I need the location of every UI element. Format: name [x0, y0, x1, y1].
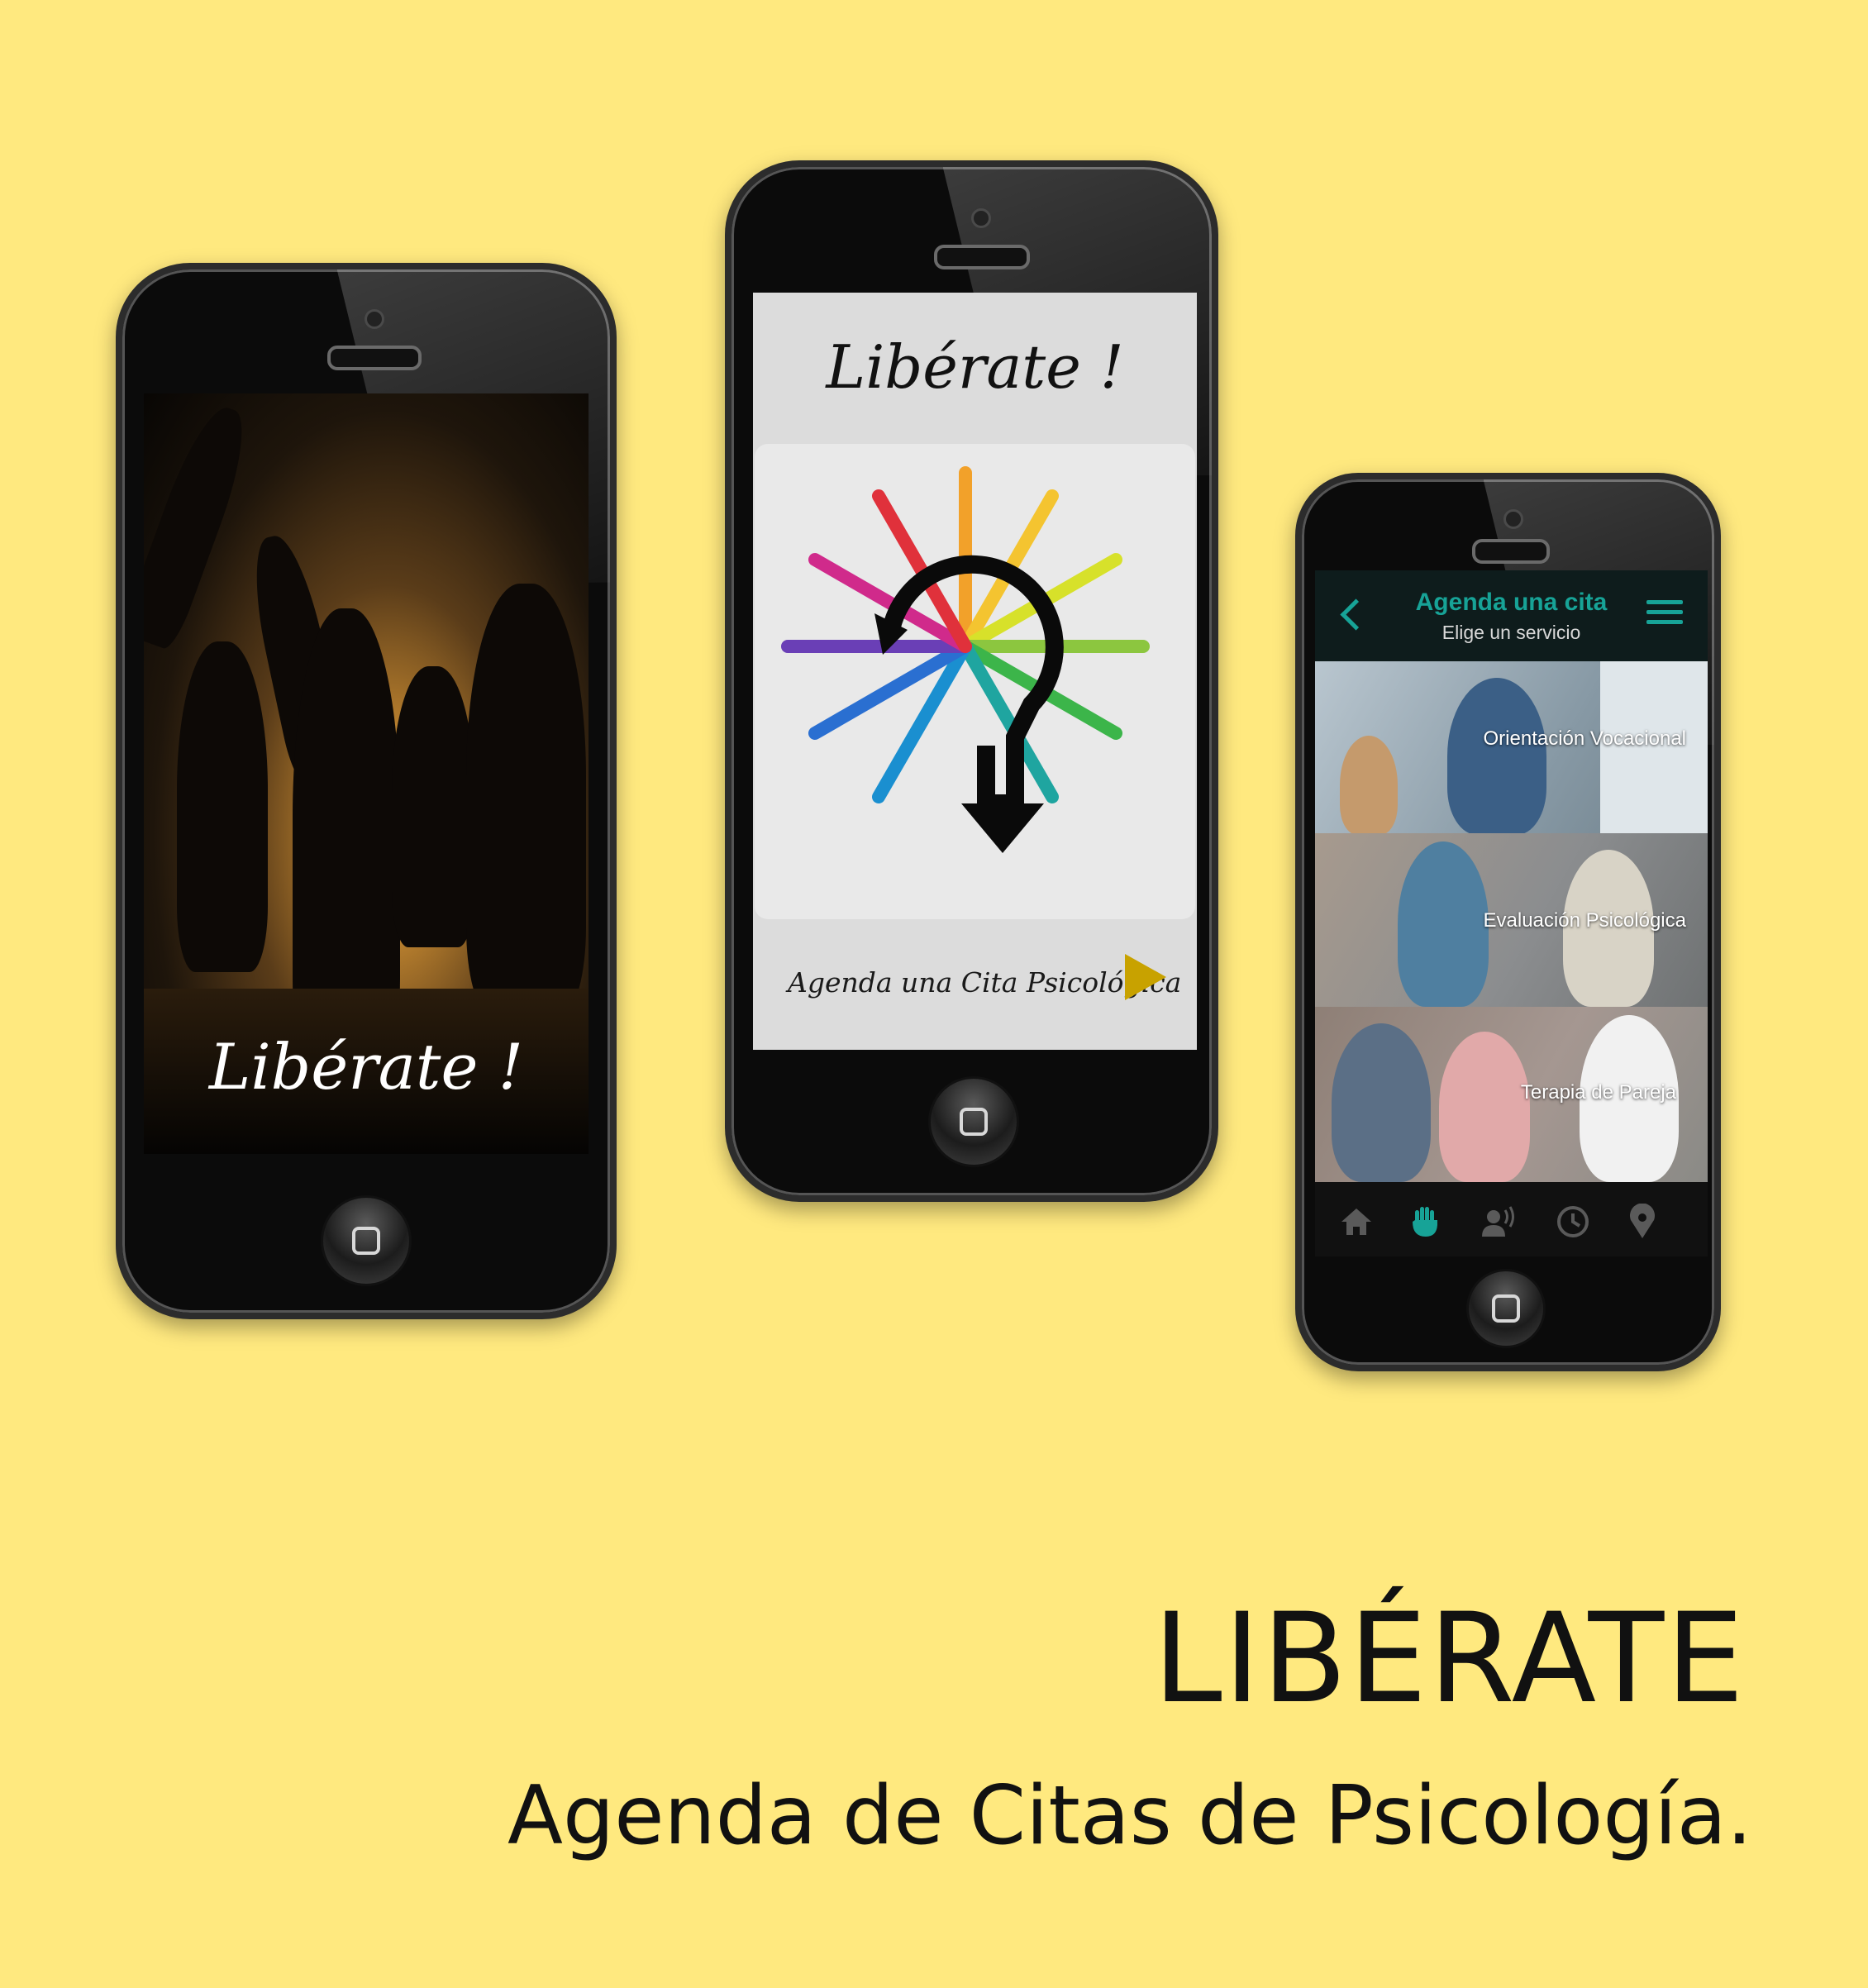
- service-label: Terapia de Pareja: [1520, 1081, 1676, 1104]
- home-screen: Libérate ! Agenda una Cita Psicológica: [753, 293, 1197, 1050]
- jumping-silhouette: [144, 399, 260, 652]
- man-photo: [1332, 1023, 1431, 1182]
- hand-icon[interactable]: [1408, 1204, 1444, 1240]
- front-camera: [1503, 509, 1523, 529]
- jumping-silhouette: [177, 641, 268, 972]
- location-pin-icon[interactable]: [1624, 1204, 1661, 1240]
- book-appointment-link[interactable]: Agenda una Cita Psicológica: [788, 966, 1181, 999]
- brand-subtitle: Agenda de Citas de Psicología.: [507, 1769, 1752, 1863]
- phone-home-mockup: Libérate ! Agenda una Cita Psicológica: [725, 160, 1218, 1202]
- services-screen: Agenda una cita Elige un servicio Orient…: [1315, 570, 1708, 1256]
- app-header: Agenda una cita Elige un servicio: [1315, 570, 1708, 661]
- play-arrow-icon[interactable]: [1125, 954, 1166, 1000]
- header-subtitle: Elige un servicio: [1442, 622, 1581, 643]
- child-photo: [1340, 736, 1398, 833]
- home-square-icon: [352, 1227, 380, 1255]
- service-card-vocational[interactable]: Orientación Vocacional: [1315, 661, 1708, 833]
- earpiece-speaker: [934, 245, 1030, 269]
- bottom-navigation-bar: [1315, 1182, 1708, 1256]
- clock-icon[interactable]: [1555, 1204, 1591, 1240]
- client-photo: [1398, 841, 1489, 1007]
- service-card-couples-therapy[interactable]: Terapia de Pareja: [1315, 1007, 1708, 1182]
- service-label: Orientación Vocacional: [1483, 727, 1686, 750]
- home-button[interactable]: [321, 1195, 412, 1286]
- brand-title: LIBÉRATE: [1152, 1587, 1746, 1731]
- jumping-silhouette: [466, 584, 586, 1013]
- home-button[interactable]: [928, 1076, 1019, 1167]
- earpiece-speaker: [327, 346, 422, 370]
- psychologist-photo: [1447, 678, 1546, 833]
- service-card-evaluation[interactable]: Evaluación Psicológica: [1315, 833, 1708, 1007]
- splash-title: Libérate !: [208, 1030, 524, 1104]
- home-icon[interactable]: [1338, 1204, 1375, 1240]
- front-camera: [365, 309, 384, 329]
- jumping-silhouette: [392, 666, 474, 947]
- earpiece-speaker: [1472, 539, 1550, 564]
- speaking-person-icon[interactable]: [1480, 1204, 1517, 1240]
- head-with-arrows-icon: [781, 466, 1150, 853]
- splash-screen: Libérate !: [144, 393, 589, 1154]
- service-label: Evaluación Psicológica: [1483, 909, 1686, 932]
- phone-splash-mockup: Libérate !: [116, 263, 617, 1319]
- mind-arrows-illustration: [755, 444, 1195, 919]
- woman-photo: [1439, 1032, 1530, 1182]
- hamburger-menu-icon[interactable]: [1646, 600, 1683, 625]
- home-title: Libérate !: [826, 332, 1124, 402]
- home-square-icon: [1492, 1294, 1520, 1323]
- home-button[interactable]: [1466, 1269, 1546, 1348]
- phone-services-mockup: Agenda una cita Elige un servicio Orient…: [1295, 473, 1721, 1371]
- front-camera: [971, 208, 991, 228]
- home-square-icon: [960, 1108, 988, 1136]
